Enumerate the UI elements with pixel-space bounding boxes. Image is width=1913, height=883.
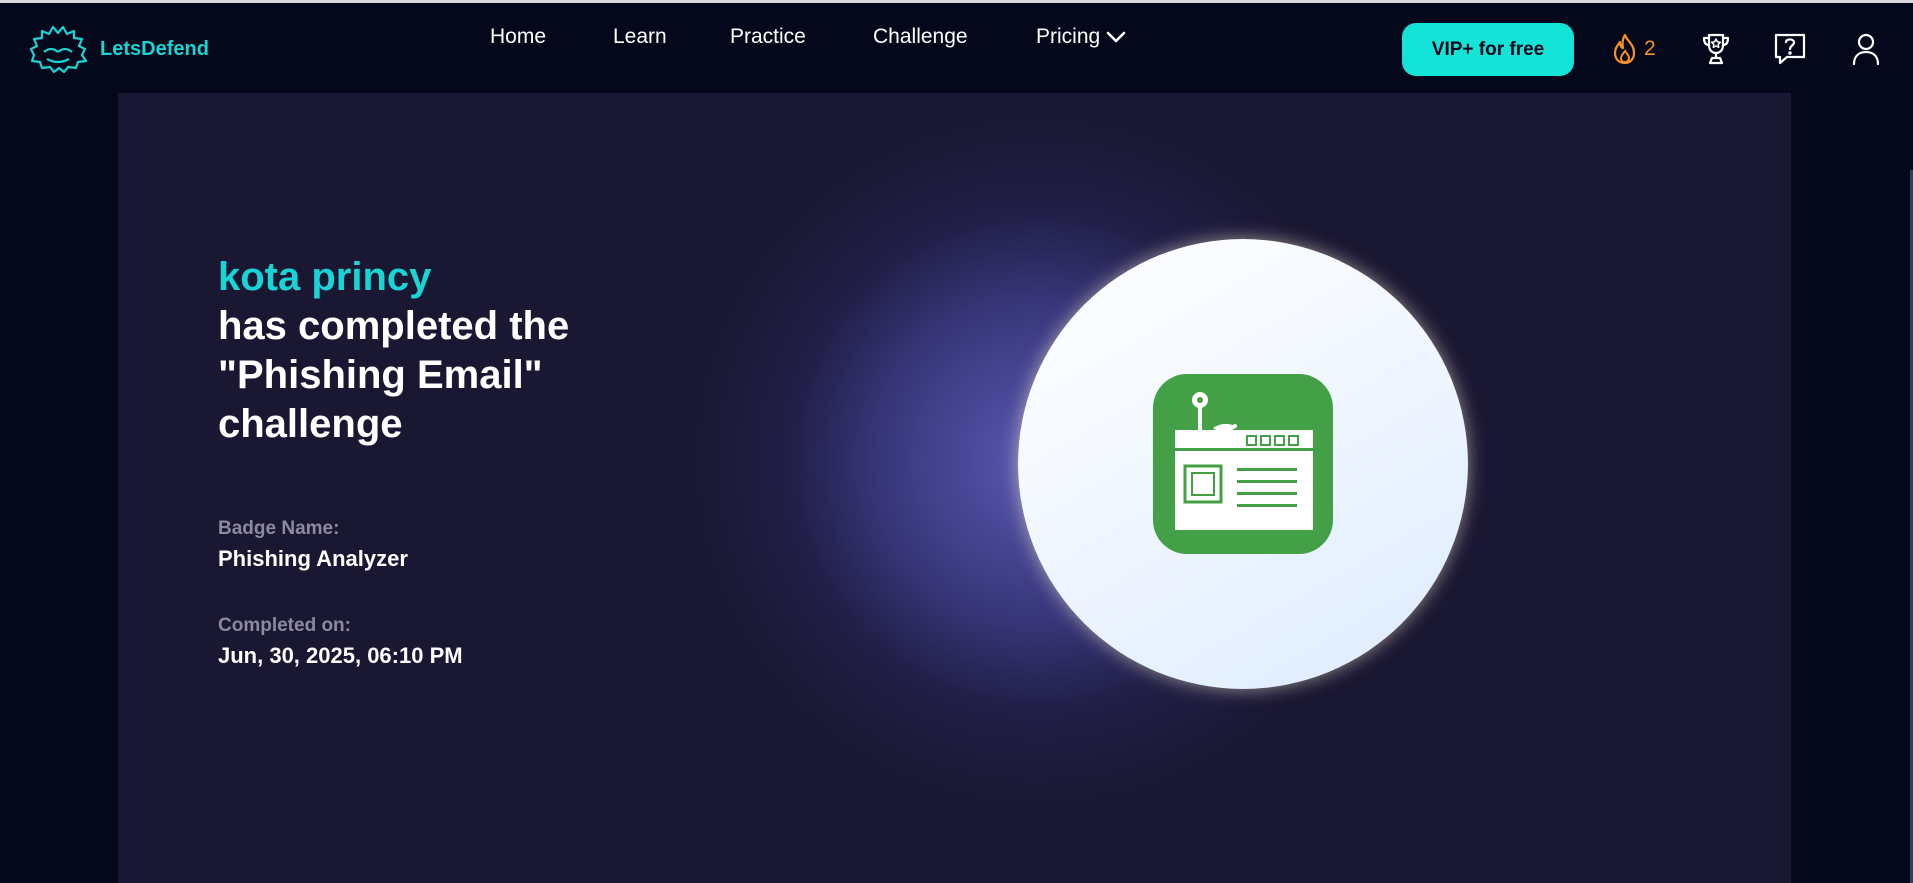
vip-free-button[interactable]: VIP+ for free [1402,23,1574,76]
streak-counter[interactable]: 2 [1610,33,1656,65]
badge-info: Badge Name: Phishing Analyzer [218,518,408,572]
nav-learn[interactable]: Learn [613,25,667,49]
completion-message: kota princy has completed the "Phishing … [218,253,818,449]
nav-home[interactable]: Home [490,25,546,49]
navbar: LetsDefend Home Learn Practice Challenge… [0,3,1913,93]
completion-date-info: Completed on: Jun, 30, 2025, 06:10 PM [218,615,463,669]
profile-button[interactable] [1848,31,1884,67]
completed-on-label: Completed on: [218,615,351,636]
trophy-icon [1702,33,1730,65]
completed-on-value: Jun, 30, 2025, 06:10 PM [218,643,463,668]
badge-name-label: Badge Name: [218,518,340,539]
logo[interactable]: LetsDefend [28,25,209,73]
user-name: kota princy [218,255,432,299]
brand-name: LetsDefend [100,37,209,60]
leaderboard-button[interactable] [1698,31,1734,67]
phishing-badge-icon [1153,374,1333,554]
profile-icon [1852,33,1880,66]
nav-pricing[interactable]: Pricing [1036,25,1126,49]
completion-headline: has completed the "Phishing Email" chall… [218,304,570,446]
nav-challenge[interactable]: Challenge [873,25,968,49]
badge-name-value: Phishing Analyzer [218,546,408,571]
certificate-card: kota princy has completed the "Phishing … [118,93,1791,883]
nav-pricing-label: Pricing [1036,25,1101,48]
letsdefend-logo-icon [29,25,88,73]
streak-count: 2 [1644,37,1656,60]
nav-practice[interactable]: Practice [730,25,806,49]
help-button[interactable] [1772,31,1808,67]
chevron-down-icon [1106,31,1126,43]
fire-icon [1613,33,1636,65]
help-icon [1774,33,1806,65]
